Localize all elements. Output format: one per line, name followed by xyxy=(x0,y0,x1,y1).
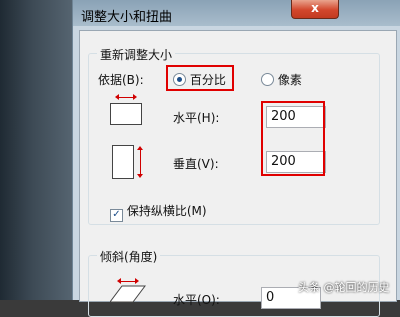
vertical-resize-shape-icon xyxy=(112,145,134,179)
pixels-radio[interactable]: 像素 xyxy=(261,71,302,88)
skew-group-title: 倾斜(角度) xyxy=(97,248,161,265)
percent-highlight-box xyxy=(166,65,234,91)
pixels-label: 像素 xyxy=(277,73,302,87)
resize-group-title: 重新调整大小 xyxy=(97,46,176,63)
dialog-client-area: 重新调整大小 依据(B): 百分比 像素 水平(H): 200 垂直(V): 2… xyxy=(79,30,397,317)
by-label: 依据(B): xyxy=(98,73,144,87)
watermark: 头条 @轮回的历史 xyxy=(298,281,390,294)
dialog-title: 调整大小和扭曲 xyxy=(81,10,173,25)
checkmark-icon: ✓ xyxy=(110,209,123,222)
title-bar: 调整大小和扭曲 x xyxy=(73,0,400,28)
resize-skew-dialog: 调整大小和扭曲 x 重新调整大小 依据(B): 百分比 像素 水平(H): 20… xyxy=(72,0,400,317)
values-highlight-box xyxy=(261,101,325,176)
skew-arrow-icon xyxy=(117,278,139,284)
horizontal-resize-arrow-icon xyxy=(115,94,137,100)
horizontal-label: 水平(H): xyxy=(173,111,220,125)
horizontal-resize-shape-icon xyxy=(110,103,142,125)
keep-ratio-checkbox[interactable]: ✓ 保持纵横比(M) xyxy=(110,202,207,222)
vertical-resize-arrow-icon xyxy=(137,146,143,178)
skew-shape-icon xyxy=(110,285,146,303)
vertical-label: 垂直(V): xyxy=(173,157,219,171)
close-button[interactable]: x xyxy=(291,0,339,19)
radio-unselected-icon xyxy=(261,73,274,86)
close-icon: x xyxy=(311,1,319,15)
desktop-background xyxy=(0,0,72,300)
keep-ratio-label: 保持纵横比(M) xyxy=(126,204,207,218)
